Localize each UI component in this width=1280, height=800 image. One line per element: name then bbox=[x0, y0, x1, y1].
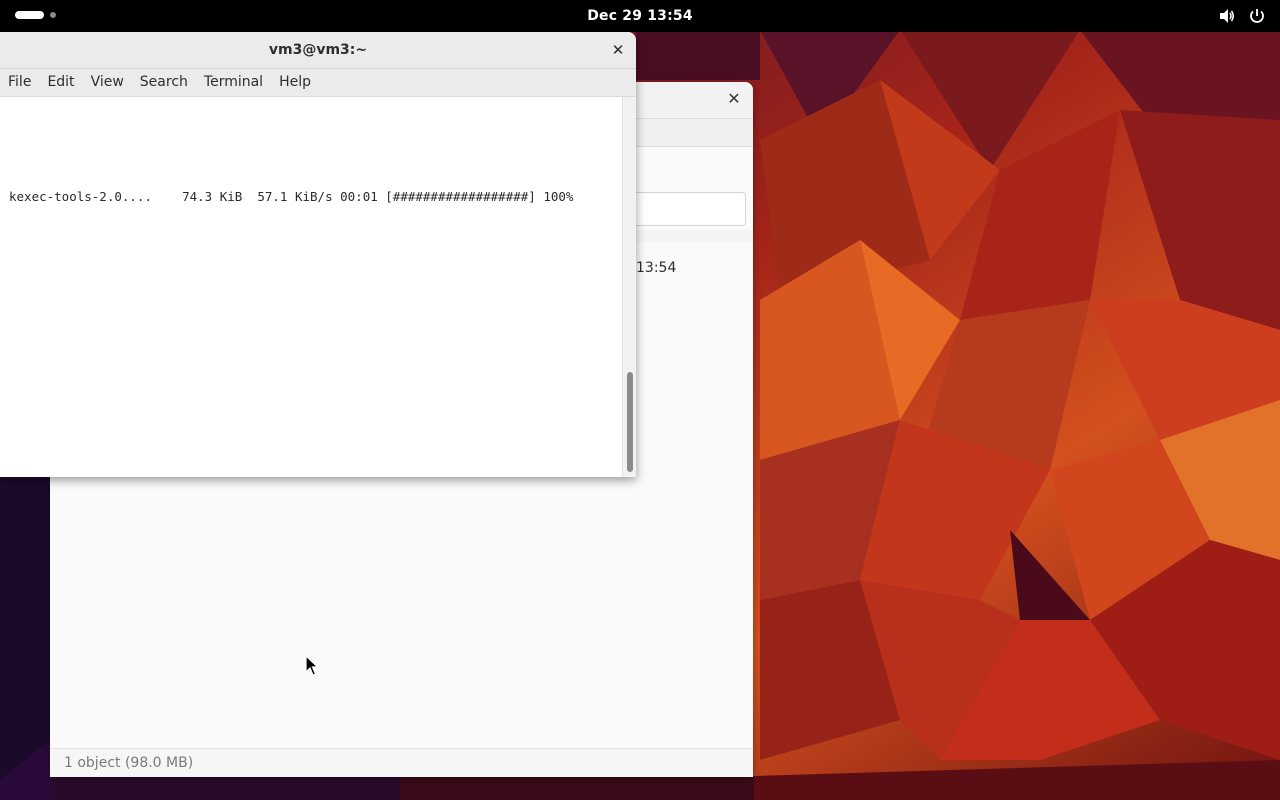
menu-bar: File Edit View Search Terminal Help bbox=[0, 69, 636, 97]
scrollbar[interactable] bbox=[622, 97, 636, 477]
menu-search[interactable]: Search bbox=[132, 69, 196, 96]
power-icon[interactable] bbox=[1248, 7, 1266, 25]
terminal-window[interactable]: vm3@vm3:~ ✕ File Edit View Search Termin… bbox=[0, 32, 636, 477]
list-item-time: 13:54 bbox=[636, 260, 677, 276]
close-icon[interactable]: ✕ bbox=[726, 91, 742, 107]
terminal-output[interactable]: kexec-tools-2.0.... 74.3 KiB 57.1 KiB/s … bbox=[0, 97, 622, 477]
desktop: Dec 29 13:54 ✕ 13:54 1 object (98.0 MB) … bbox=[0, 0, 1280, 800]
menu-view[interactable]: View bbox=[83, 69, 132, 96]
scrollbar-thumb[interactable] bbox=[627, 372, 633, 472]
system-tray[interactable] bbox=[1218, 7, 1266, 25]
workspace-indicator bbox=[50, 12, 56, 18]
menu-terminal[interactable]: Terminal bbox=[196, 69, 271, 96]
status-bar: 1 object (98.0 MB) bbox=[50, 748, 753, 777]
terminal-line: kexec-tools-2.0.... 74.3 KiB 57.1 KiB/s … bbox=[9, 189, 574, 204]
clock-container: Dec 29 13:54 bbox=[0, 0, 1280, 32]
menu-file[interactable]: File bbox=[0, 69, 39, 96]
status-text: 1 object (98.0 MB) bbox=[64, 755, 194, 771]
workspace-indicator-active bbox=[15, 11, 44, 19]
terminal-titlebar[interactable]: vm3@vm3:~ ✕ bbox=[0, 32, 636, 69]
mouse-pointer-icon bbox=[305, 654, 319, 681]
close-icon[interactable]: ✕ bbox=[610, 42, 626, 58]
activities-button[interactable] bbox=[15, 11, 56, 19]
menu-edit[interactable]: Edit bbox=[39, 69, 82, 96]
window-title: vm3@vm3:~ bbox=[268, 42, 368, 58]
volume-icon[interactable] bbox=[1218, 7, 1236, 25]
menu-help[interactable]: Help bbox=[271, 69, 319, 96]
top-bar: Dec 29 13:54 bbox=[0, 0, 1280, 32]
clock[interactable]: Dec 29 13:54 bbox=[587, 8, 693, 24]
